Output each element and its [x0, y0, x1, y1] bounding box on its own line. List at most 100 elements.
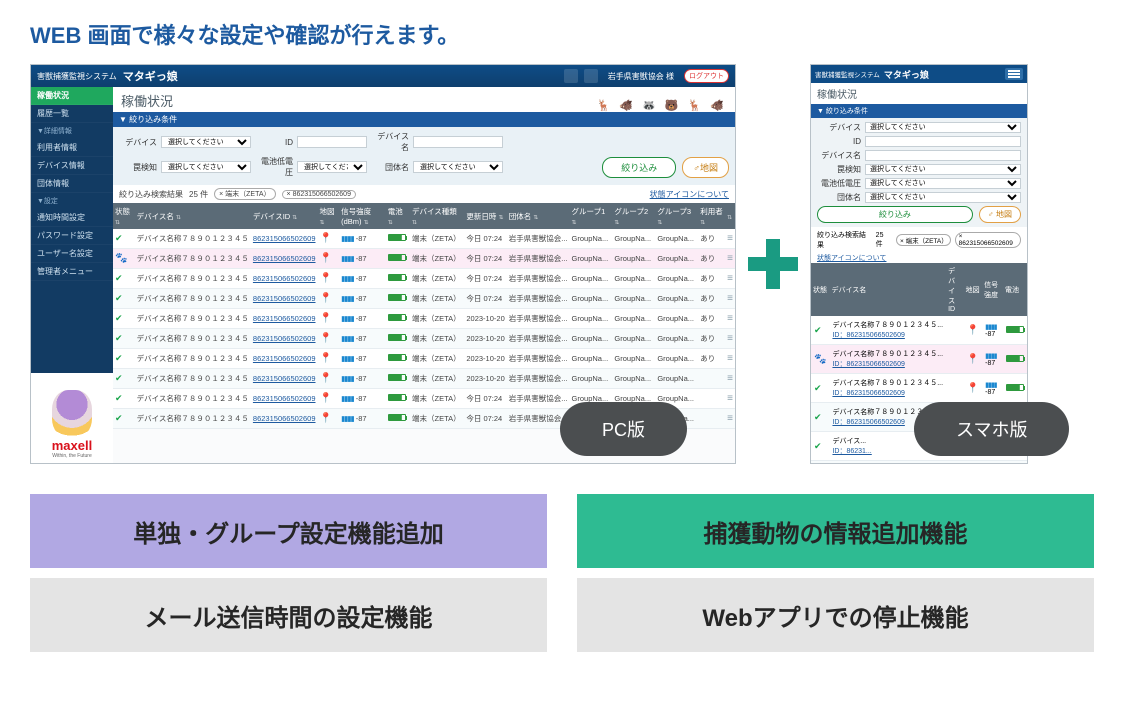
device-id-link[interactable]: ID：862315066502609 — [832, 359, 943, 369]
device-id-link[interactable]: 862315066502609 — [253, 334, 316, 343]
battery-select[interactable]: 選択してください — [865, 178, 1021, 189]
map-pin-icon[interactable]: 📍 — [320, 313, 332, 324]
column-header[interactable]: ⇅ — [725, 203, 735, 229]
column-header[interactable]: グループ2 ⇅ — [612, 203, 655, 229]
row-menu-icon[interactable]: ≡ — [727, 353, 733, 364]
table-row[interactable]: ✔ デバイス名称７８９０１２３４５ 862315066502609 📍 ▮▮▮▮… — [113, 349, 735, 369]
device-id-link[interactable]: 862315066502609 — [253, 354, 316, 363]
filter-pill[interactable]: × 端末（ZETA） — [214, 188, 275, 200]
column-header[interactable]: デバイスID ⇅ — [251, 203, 318, 229]
battery-select[interactable]: 選択してください — [297, 161, 367, 173]
logout-button[interactable]: ログアウト — [684, 69, 729, 83]
nav-item[interactable]: 稼働状況 — [31, 87, 113, 105]
device-id-link[interactable]: 862315066502609 — [253, 254, 316, 263]
id-input[interactable] — [865, 136, 1021, 147]
row-menu-icon[interactable]: ≡ — [727, 253, 733, 264]
map-pin-icon[interactable]: 📍 — [320, 353, 332, 364]
filter-button[interactable]: 絞り込み — [602, 157, 676, 178]
device-id-link[interactable]: ID：862315066502609 — [832, 330, 943, 340]
table-row[interactable]: ✔ デバイス名称７８９０１２３４５ 862315066502609 📍 ▮▮▮▮… — [113, 369, 735, 389]
column-header[interactable]: 電池 ⇅ — [386, 203, 410, 229]
table-row[interactable]: ✔ デバイス名称７８９０１２３４５ 862315066502609 📍 ▮▮▮▮… — [113, 269, 735, 289]
filter-pill[interactable]: × 端末（ZETA） — [896, 234, 951, 246]
map-pin-icon[interactable]: 📍 — [320, 393, 332, 404]
column-header[interactable]: 地図 ⇅ — [318, 203, 340, 229]
map-pin-icon[interactable]: 📍 — [967, 325, 979, 336]
icon-help-link[interactable]: 状態アイコンについて — [817, 255, 886, 262]
nav-item[interactable]: 団体情報 — [31, 175, 113, 193]
column-header[interactable]: 地図 — [964, 263, 982, 316]
map-pin-icon[interactable]: 📍 — [320, 293, 332, 304]
trap-select[interactable]: 選択してください — [865, 164, 1021, 175]
row-menu-icon[interactable]: ≡ — [727, 293, 733, 304]
manual-icon[interactable] — [584, 69, 598, 83]
filter-header[interactable]: ▼ 絞り込み条件 — [113, 112, 735, 127]
nav-item[interactable]: 通知時間設定 — [31, 209, 113, 227]
row-menu-icon[interactable]: ≡ — [727, 233, 733, 244]
table-row[interactable]: ✔ デバイス名称７８９０１２３４５...ID：862315066502609 📍… — [811, 374, 1027, 403]
hamburger-menu-icon[interactable] — [1005, 68, 1023, 80]
filter-button[interactable]: 絞り込み — [817, 206, 973, 223]
column-header[interactable]: 利用者 ⇅ — [698, 203, 725, 229]
row-menu-icon[interactable]: ≡ — [727, 413, 733, 424]
device-id-link[interactable]: 862315066502609 — [253, 414, 316, 423]
device-select[interactable]: 選択してください — [161, 136, 251, 148]
icon-help-link[interactable]: 状態アイコンについて — [650, 189, 729, 200]
table-row[interactable]: 🐾 デバイス名称７８９０１２３４５ 862315066502609 📍 ▮▮▮▮… — [113, 249, 735, 269]
map-pin-icon[interactable]: 📍 — [320, 373, 332, 384]
column-header[interactable]: 信号強度 — [982, 263, 1003, 316]
column-header[interactable]: 更新日時 ⇅ — [464, 203, 506, 229]
org-select[interactable]: 選択してください — [413, 161, 503, 173]
map-pin-icon[interactable]: 📍 — [320, 273, 332, 284]
table-row[interactable]: ✔ デバイス名称７８９０１２３４５ 862315066502609 📍 ▮▮▮▮… — [113, 309, 735, 329]
device-id-link[interactable]: 862315066502609 — [253, 394, 316, 403]
row-menu-icon[interactable]: ≡ — [727, 313, 733, 324]
row-menu-icon[interactable]: ≡ — [727, 273, 733, 284]
column-header[interactable]: 電池 — [1003, 263, 1027, 316]
map-pin-icon[interactable]: 📍 — [320, 253, 332, 264]
column-header[interactable]: 状態 ⇅ — [113, 203, 135, 229]
table-row[interactable]: ✔ デバイス...ID：86231... 📍 ▮▮▮▮ — [811, 461, 1027, 464]
device-id-link[interactable]: 862315066502609 — [253, 374, 316, 383]
column-header[interactable]: 信号強度(dBm) ⇅ — [339, 203, 386, 229]
device-name-input[interactable] — [865, 150, 1021, 161]
device-id-link[interactable]: 862315066502609 — [253, 314, 316, 323]
device-select[interactable]: 選択してください — [865, 122, 1021, 133]
map-pin-icon[interactable]: 📍 — [967, 383, 979, 394]
column-header[interactable]: デバイス名 ⇅ — [135, 203, 251, 229]
org-select[interactable]: 選択してください — [865, 192, 1021, 203]
device-id-link[interactable]: 862315066502609 — [253, 274, 316, 283]
info-icon[interactable] — [564, 69, 578, 83]
nav-item[interactable]: ユーザー名設定 — [31, 245, 113, 263]
column-header[interactable]: グループ1 ⇅ — [570, 203, 613, 229]
nav-item[interactable]: デバイス情報 — [31, 157, 113, 175]
row-menu-icon[interactable]: ≡ — [727, 373, 733, 384]
column-header[interactable]: グループ3 ⇅ — [655, 203, 698, 229]
device-name-input[interactable] — [413, 136, 503, 148]
filter-pill[interactable]: × 862315066502609 — [282, 190, 356, 199]
nav-item[interactable]: 管理者メニュー — [31, 263, 113, 281]
map-button[interactable]: ♂ 地図 — [979, 206, 1021, 223]
device-id-link[interactable]: 862315066502609 — [253, 294, 316, 303]
trap-select[interactable]: 選択してください — [161, 161, 251, 173]
map-pin-icon[interactable]: 📍 — [320, 233, 332, 244]
map-button[interactable]: ♂地図 — [682, 157, 729, 178]
map-pin-icon[interactable]: 📍 — [967, 354, 979, 365]
nav-item[interactable]: 履歴一覧 — [31, 105, 113, 123]
filter-header[interactable]: ▼ 絞り込み条件 — [811, 104, 1027, 118]
table-row[interactable]: 🐾 デバイス名称７８９０１２３４５...ID：862315066502609 📍… — [811, 345, 1027, 374]
nav-item[interactable]: 利用者情報 — [31, 139, 113, 157]
row-menu-icon[interactable]: ≡ — [727, 393, 733, 404]
column-header[interactable]: 団体名 ⇅ — [507, 203, 570, 229]
nav-item[interactable]: パスワード設定 — [31, 227, 113, 245]
map-pin-icon[interactable]: 📍 — [320, 413, 332, 424]
column-header[interactable]: デバイスID — [946, 263, 964, 316]
filter-pill[interactable]: × 862315066502609 — [955, 232, 1021, 248]
id-input[interactable] — [297, 136, 367, 148]
table-row[interactable]: ✔ デバイス名称７８９０１２３４５ 862315066502609 📍 ▮▮▮▮… — [113, 229, 735, 249]
column-header[interactable]: 状態 — [811, 263, 829, 316]
column-header[interactable]: デバイス名 — [829, 263, 946, 316]
column-header[interactable]: デバイス種類 ⇅ — [410, 203, 464, 229]
row-menu-icon[interactable]: ≡ — [727, 333, 733, 344]
device-id-link[interactable]: ID：862315066502609 — [832, 388, 943, 398]
